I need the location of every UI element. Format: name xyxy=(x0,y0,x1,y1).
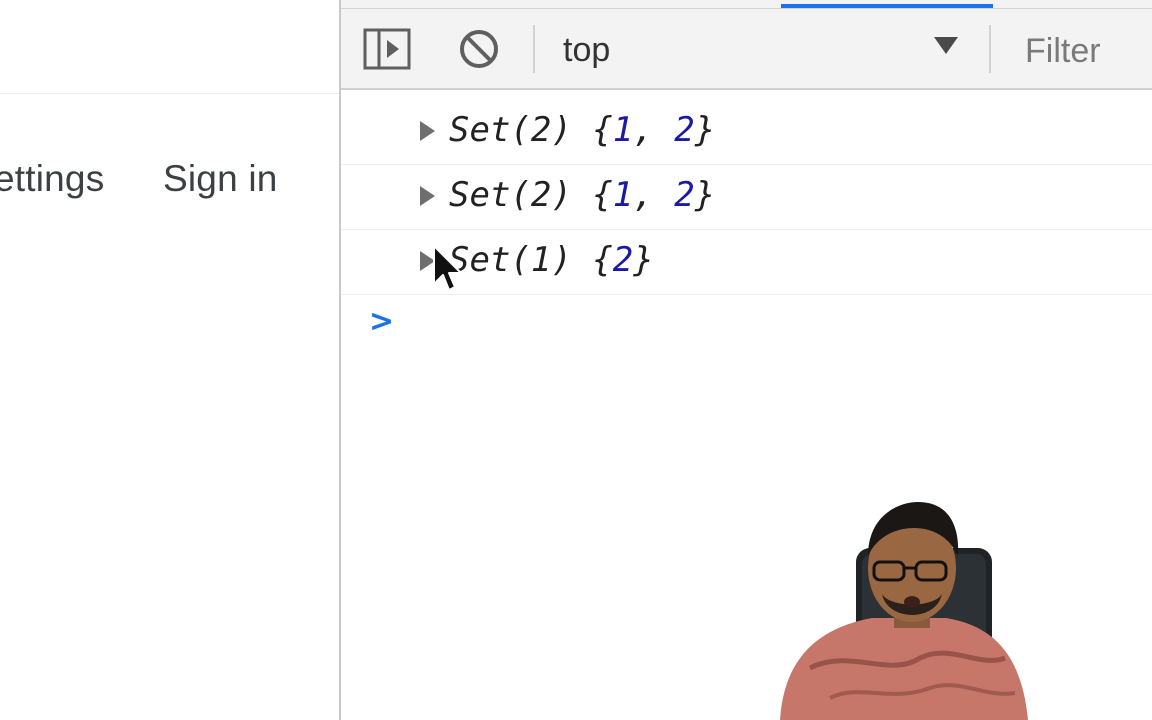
set-value: 1 xyxy=(612,175,634,215)
web-page-pane: ettings Sign in xyxy=(0,0,340,720)
console-message-row[interactable]: Set(2) {1, 2} xyxy=(341,165,1152,230)
expand-arrow-icon[interactable] xyxy=(420,121,435,141)
toolbar-separator xyxy=(989,25,991,73)
toolbar-separator xyxy=(533,25,535,73)
set-value: 1 xyxy=(612,110,634,150)
clear-console-button[interactable] xyxy=(453,25,505,77)
sidebar-toggle-button[interactable] xyxy=(361,25,413,77)
object-prefix: Set(1) { xyxy=(449,240,613,280)
expand-arrow-icon[interactable] xyxy=(420,186,435,206)
sidebar-toggle-icon xyxy=(363,28,411,75)
set-value: 2 xyxy=(612,240,634,280)
devtools-panel: top Set(2) {1, 2} Set(2) {1, 2} Set(1) {… xyxy=(341,0,1152,720)
separator: , xyxy=(633,110,675,150)
settings-link[interactable]: ettings xyxy=(0,158,104,200)
prompt-caret-icon: > xyxy=(369,304,395,339)
active-tab-indicator xyxy=(781,4,993,8)
dropdown-arrow-icon xyxy=(934,37,958,54)
console-message-row[interactable]: Set(1) {2} xyxy=(341,230,1152,295)
object-suffix: } xyxy=(694,110,716,150)
set-value: 2 xyxy=(674,175,695,215)
separator: , xyxy=(633,175,675,215)
clear-console-icon xyxy=(457,27,501,76)
execution-context-select[interactable]: top xyxy=(547,21,967,79)
console-messages: Set(2) {1, 2} Set(2) {1, 2} Set(1) {2} xyxy=(341,100,1152,295)
object-suffix: } xyxy=(694,175,716,215)
console-toolbar: top xyxy=(341,9,1152,90)
console-object-preview[interactable]: Set(2) {1, 2} xyxy=(449,175,715,215)
set-value: 2 xyxy=(674,110,695,150)
console-filter-input[interactable] xyxy=(1011,25,1152,77)
sign-in-link[interactable]: Sign in xyxy=(163,158,278,200)
console-object-preview[interactable]: Set(1) {2} xyxy=(449,240,654,280)
object-prefix: Set(2) { xyxy=(449,110,613,150)
expand-arrow-icon[interactable] xyxy=(420,251,435,271)
page-top-area xyxy=(0,0,340,94)
object-suffix: } xyxy=(633,240,654,280)
devtools-tab-strip xyxy=(341,0,1152,9)
console-prompt[interactable]: > xyxy=(341,300,1152,348)
object-prefix: Set(2) { xyxy=(449,175,613,215)
console-input[interactable] xyxy=(403,304,1123,344)
console-message-row[interactable]: Set(2) {1, 2} xyxy=(341,100,1152,165)
console-object-preview[interactable]: Set(2) {1, 2} xyxy=(449,110,715,150)
execution-context-value: top xyxy=(563,30,611,69)
